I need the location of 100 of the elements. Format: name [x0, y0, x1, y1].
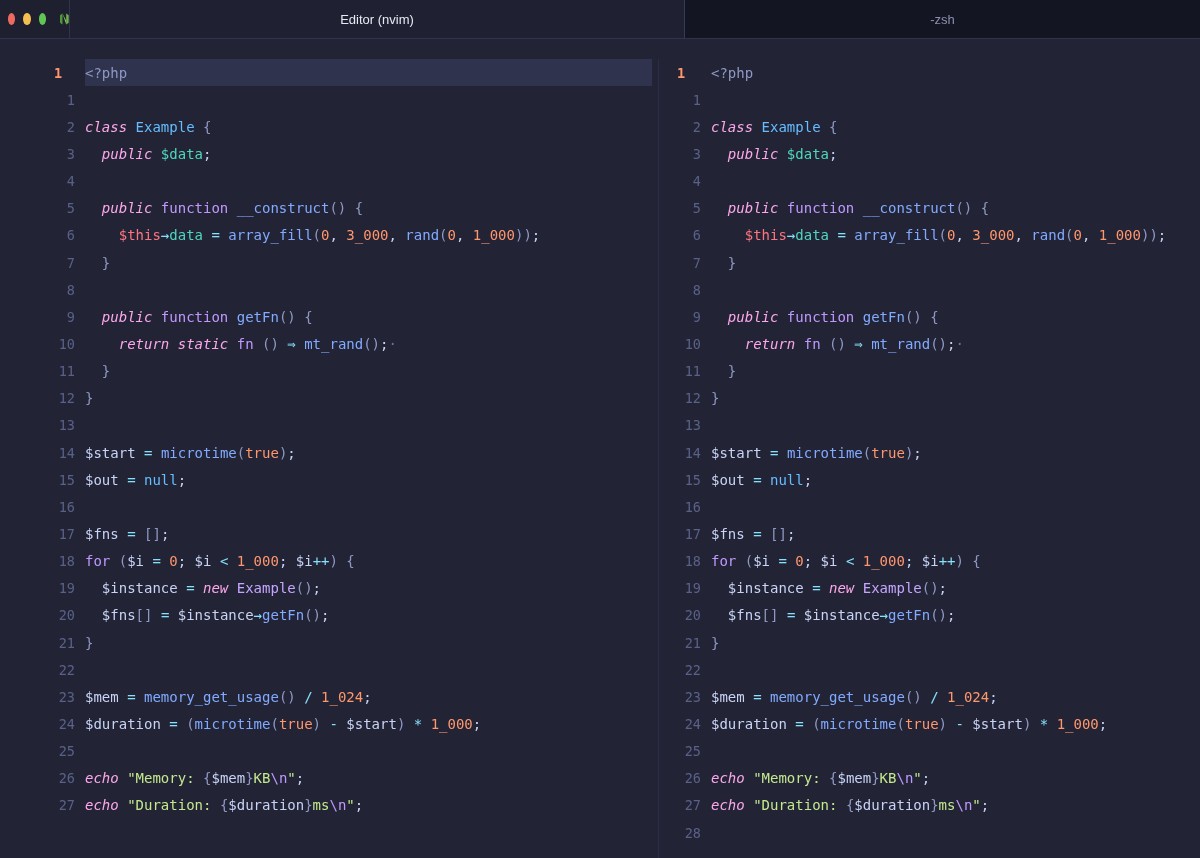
line-number: 11 [683, 363, 702, 380]
code-line: $start = microtime(true); [85, 444, 296, 461]
line-number: 16 [683, 498, 702, 515]
line-number: 11 [57, 363, 76, 380]
line-number: 1 [53, 64, 64, 81]
code-line: $fns = []; [711, 525, 796, 542]
code-line: $this→data = array_fill(0, 3_000, rand(0, 1_000)); [117, 227, 541, 244]
line-number: 16 [57, 498, 76, 515]
line-number: 24 [683, 715, 702, 732]
code-line: } [85, 390, 94, 407]
code-line: } [100, 254, 111, 271]
line-number: 10 [683, 335, 702, 352]
code-line: $start = microtime(true); [711, 444, 922, 461]
line-number: 26 [57, 770, 76, 787]
code-line: public $data; [726, 146, 838, 162]
line-number: 4 [65, 173, 76, 190]
line-number: 14 [683, 444, 702, 461]
code-line: $this→data = array_fill(0, 3_000, rand(0, 1_000)); [743, 227, 1167, 244]
line-number: 19 [683, 580, 702, 597]
code-line: $out = null; [711, 471, 813, 488]
line-number: 15 [683, 471, 702, 488]
code-line: return fn () ⇒ mt_rand();· [743, 335, 964, 352]
code-line: $duration = (microtime(true) - $start) * 1_000; [711, 715, 1108, 732]
line-number: 23 [683, 688, 702, 705]
code-line: $mem = memory_get_usage() / 1_024; [85, 688, 372, 705]
line-number: 21 [683, 634, 702, 651]
line-number: 22 [683, 661, 702, 678]
code-line: class Example { [85, 118, 212, 135]
line-number: 28 [683, 824, 702, 841]
code-line: echo "Memory: {$mem}KB\n"; [85, 770, 305, 787]
line-number: 21 [57, 634, 76, 651]
line-number: 23 [57, 688, 76, 705]
line-number: 14 [57, 444, 76, 461]
line-number: 6 [65, 227, 76, 244]
line-number: 22 [57, 661, 76, 678]
code-line: $mem = memory_get_usage() / 1_024; [711, 688, 998, 705]
line-number: 18 [57, 553, 76, 570]
code-line: } [711, 634, 720, 651]
code-line: echo "Duration: {$duration}ms\n"; [85, 797, 364, 814]
code-line: } [100, 363, 111, 380]
line-number: 3 [65, 146, 76, 162]
zoom-button[interactable] [38, 13, 47, 25]
code-line: <?php [711, 64, 754, 81]
code-line: <?php [85, 64, 128, 81]
line-number: 8 [691, 281, 702, 298]
terminal-tab[interactable]: -zsh [685, 0, 1200, 38]
code-line: } [85, 634, 94, 651]
code-line: $fns[] = $instance→getFn(); [100, 607, 330, 624]
line-number: 26 [683, 770, 702, 787]
code-line: } [726, 254, 737, 271]
line-number: 12 [683, 390, 702, 407]
line-number: 20 [683, 607, 702, 624]
line-number: 25 [683, 743, 702, 760]
line-number: 1 [65, 91, 76, 108]
line-number: 17 [57, 525, 76, 542]
line-number: 2 [691, 118, 702, 135]
code-line: public function __construct() { [726, 200, 990, 217]
code-line: public function getFn() { [100, 308, 313, 325]
code-line: echo "Memory: {$mem}KB\n"; [711, 770, 931, 787]
code-line: for ($i = 0; $i < 1_000; $i++) { [85, 553, 355, 570]
code-line: public $data; [100, 146, 212, 162]
code-line: $fns = []; [85, 525, 170, 542]
code-line: $instance = new Example(); [100, 580, 322, 597]
line-number: 1 [676, 64, 687, 81]
line-number: 19 [57, 580, 76, 597]
line-number: 25 [57, 743, 76, 760]
line-number: 24 [57, 715, 76, 732]
line-number: 12 [57, 390, 76, 407]
line-number: 20 [57, 607, 76, 624]
line-number: 6 [691, 227, 702, 244]
line-number: 13 [683, 417, 702, 434]
code-line: return static fn () ⇒ mt_rand();· [117, 335, 397, 352]
line-number: 8 [65, 281, 76, 298]
line-number: 5 [691, 200, 702, 217]
line-number: 7 [691, 254, 702, 271]
code-line: $fns[] = $instance→getFn(); [726, 607, 956, 624]
code-line: $duration = (microtime(true) - $start) * 1_000; [85, 715, 482, 732]
line-number: 7 [65, 254, 76, 271]
code-line: } [726, 363, 737, 380]
code-line: } [711, 390, 720, 407]
line-number: 2 [65, 118, 76, 135]
line-number: 5 [65, 200, 76, 217]
code-line: echo "Duration: {$duration}ms\n"; [711, 797, 990, 814]
code-line: for ($i = 0; $i < 1_000; $i++) { [711, 553, 981, 570]
code-line: public function __construct() { [100, 200, 364, 217]
code-line: public function getFn() { [726, 308, 939, 325]
close-button[interactable] [8, 13, 16, 25]
line-number: 10 [57, 335, 76, 352]
line-number: 27 [57, 797, 76, 814]
line-number: 9 [691, 308, 702, 325]
code-line: class Example { [711, 118, 838, 135]
line-number: 15 [57, 471, 76, 488]
line-number: 9 [65, 308, 76, 325]
minimize-button[interactable] [23, 13, 31, 25]
line-number: 3 [691, 146, 702, 162]
line-number: 18 [683, 553, 702, 570]
line-number: 17 [683, 525, 702, 542]
code-line: $instance = new Example(); [726, 580, 948, 597]
code-line: $out = null; [85, 471, 187, 488]
line-number: 13 [57, 417, 76, 434]
